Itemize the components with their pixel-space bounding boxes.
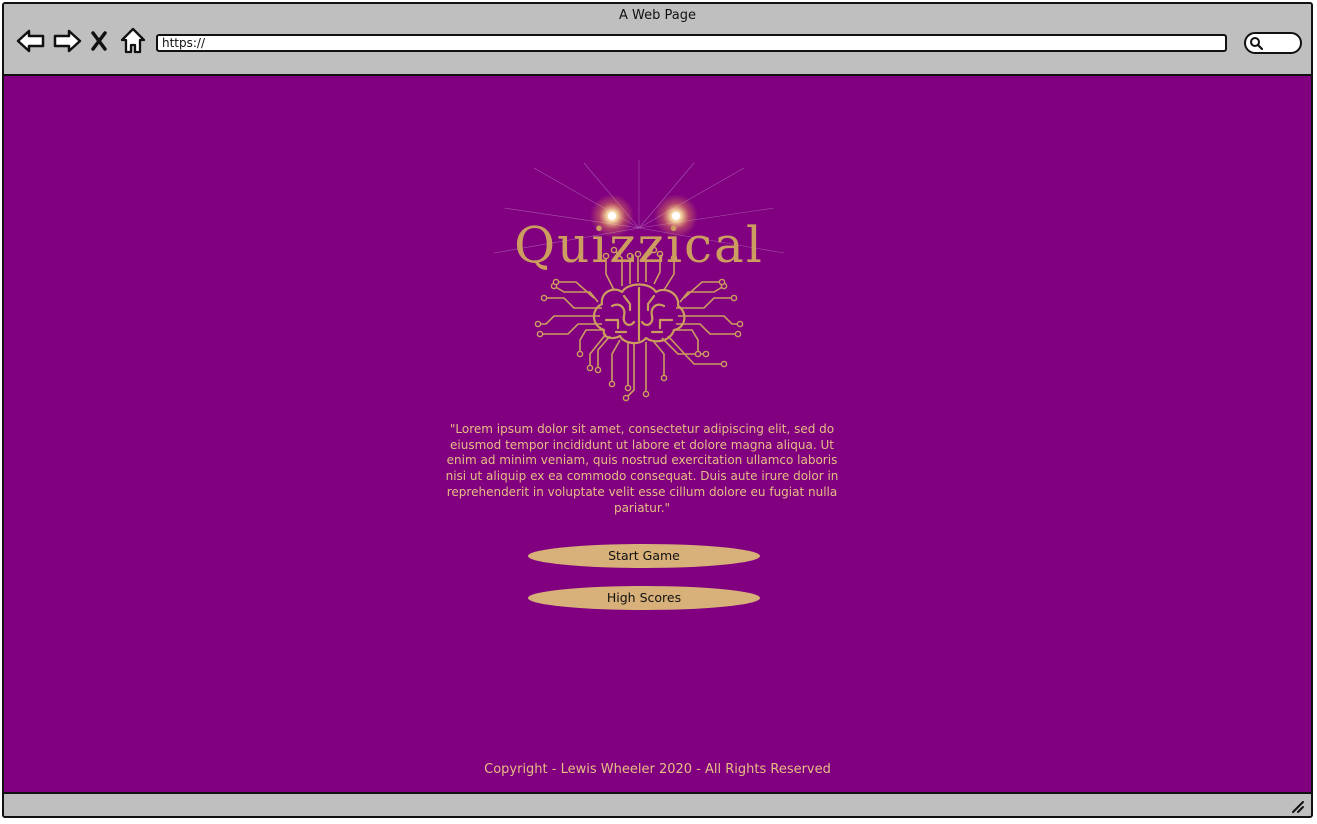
browser-window: A Web Page https:// Quizzical "Lorem ips… — [2, 2, 1313, 818]
back-arrow-icon[interactable] — [16, 26, 46, 56]
browser-toolbar: A Web Page https:// — [4, 4, 1311, 76]
circuit-brain-icon — [494, 160, 784, 402]
high-scores-button[interactable]: High Scores — [528, 586, 760, 610]
status-bar — [4, 792, 1311, 816]
close-icon[interactable] — [88, 26, 110, 56]
footer-copyright: Copyright - Lewis Wheeler 2020 - All Rig… — [484, 762, 831, 777]
search-box[interactable] — [1244, 32, 1302, 54]
url-input[interactable]: https:// — [156, 34, 1227, 52]
search-icon — [1250, 37, 1263, 50]
resize-grip-icon[interactable] — [1289, 798, 1305, 814]
logo: Quizzical — [494, 158, 784, 408]
home-icon[interactable] — [118, 26, 148, 56]
logo-text: Quizzical — [514, 216, 764, 274]
start-game-button[interactable]: Start Game — [528, 544, 760, 568]
window-title: A Web Page — [619, 8, 696, 23]
intro-text: "Lorem ipsum dolor sit amet, consectetur… — [445, 422, 839, 515]
page-content: Quizzical "Lorem ipsum dolor sit amet, c… — [4, 76, 1311, 794]
forward-arrow-icon[interactable] — [52, 26, 82, 56]
